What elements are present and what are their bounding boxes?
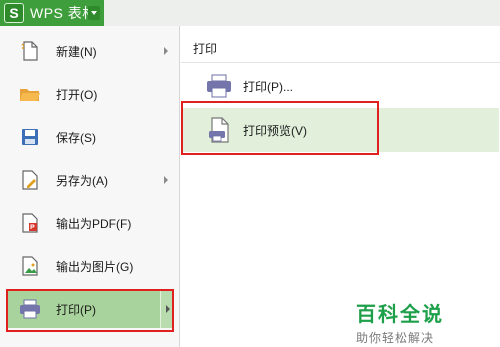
title-bar: [104, 0, 500, 26]
watermark-title: 百科全说: [356, 304, 444, 326]
menu-item-label: 保存(S): [56, 130, 96, 145]
printer-icon: [18, 297, 42, 321]
submenu-item-label: 打印预览(V): [243, 123, 307, 138]
menu-item-print[interactable]: 打印(P): [6, 290, 174, 328]
menu-item-save[interactable]: 保存(S): [6, 118, 174, 156]
submenu-item-print[interactable]: 打印(P)...: [183, 64, 499, 108]
export-pdf-icon: [18, 211, 42, 235]
menu-item-save-as[interactable]: 另存为(A): [6, 161, 174, 199]
app-title: WPS 表格: [30, 5, 97, 21]
menu-item-export-pdf[interactable]: 输出为PDF(F): [6, 204, 174, 242]
menu-item-label: 打印(P): [56, 302, 96, 317]
wps-logo-icon: S: [4, 3, 24, 23]
menu-item-label: 另存为(A): [56, 173, 108, 188]
print-preview-icon: [205, 116, 233, 144]
submenu-item-label: 打印(P)...: [243, 79, 293, 94]
export-image-icon: [18, 254, 42, 278]
app-menu-button[interactable]: S WPS 表格: [0, 0, 104, 26]
chevron-right-icon: [164, 176, 168, 184]
menu-item-export-image[interactable]: 输出为图片(G): [6, 247, 174, 285]
file-menu: 新建(N) 打开(O) 保存(S) 另存为(A) 输出为PDF(F) 输出为图片…: [0, 26, 500, 347]
chevron-down-icon[interactable]: [88, 6, 100, 20]
watermark: 百科全说 助你轻松解决: [356, 298, 466, 346]
new-document-icon: [18, 39, 42, 63]
file-menu-list: 新建(N) 打开(O) 保存(S) 另存为(A) 输出为PDF(F) 输出为图片…: [0, 26, 180, 347]
wps-window: S WPS 表格 新建(N) 打开(O) 保存(S) 另存为(A) 输出为PDF…: [0, 0, 500, 347]
watermark-subtitle: 助你轻松解决: [356, 331, 435, 345]
printer-icon: [205, 72, 233, 100]
save-as-icon: [18, 168, 42, 192]
menu-item-open[interactable]: 打开(O): [6, 75, 174, 113]
chevron-right-icon: [166, 305, 170, 313]
save-icon: [18, 125, 42, 149]
menu-item-label: 输出为图片(G): [56, 259, 134, 274]
menu-item-new[interactable]: 新建(N): [6, 32, 174, 70]
submenu-title: 打印: [193, 42, 218, 56]
menu-item-label: 新建(N): [56, 44, 97, 59]
open-folder-icon: [18, 82, 42, 106]
menu-item-label: 输出为PDF(F): [56, 216, 132, 231]
chevron-right-icon: [164, 47, 168, 55]
submenu-item-print-preview[interactable]: 打印预览(V): [183, 108, 499, 152]
menu-item-label: 打开(O): [56, 87, 98, 102]
divider: [181, 62, 500, 63]
